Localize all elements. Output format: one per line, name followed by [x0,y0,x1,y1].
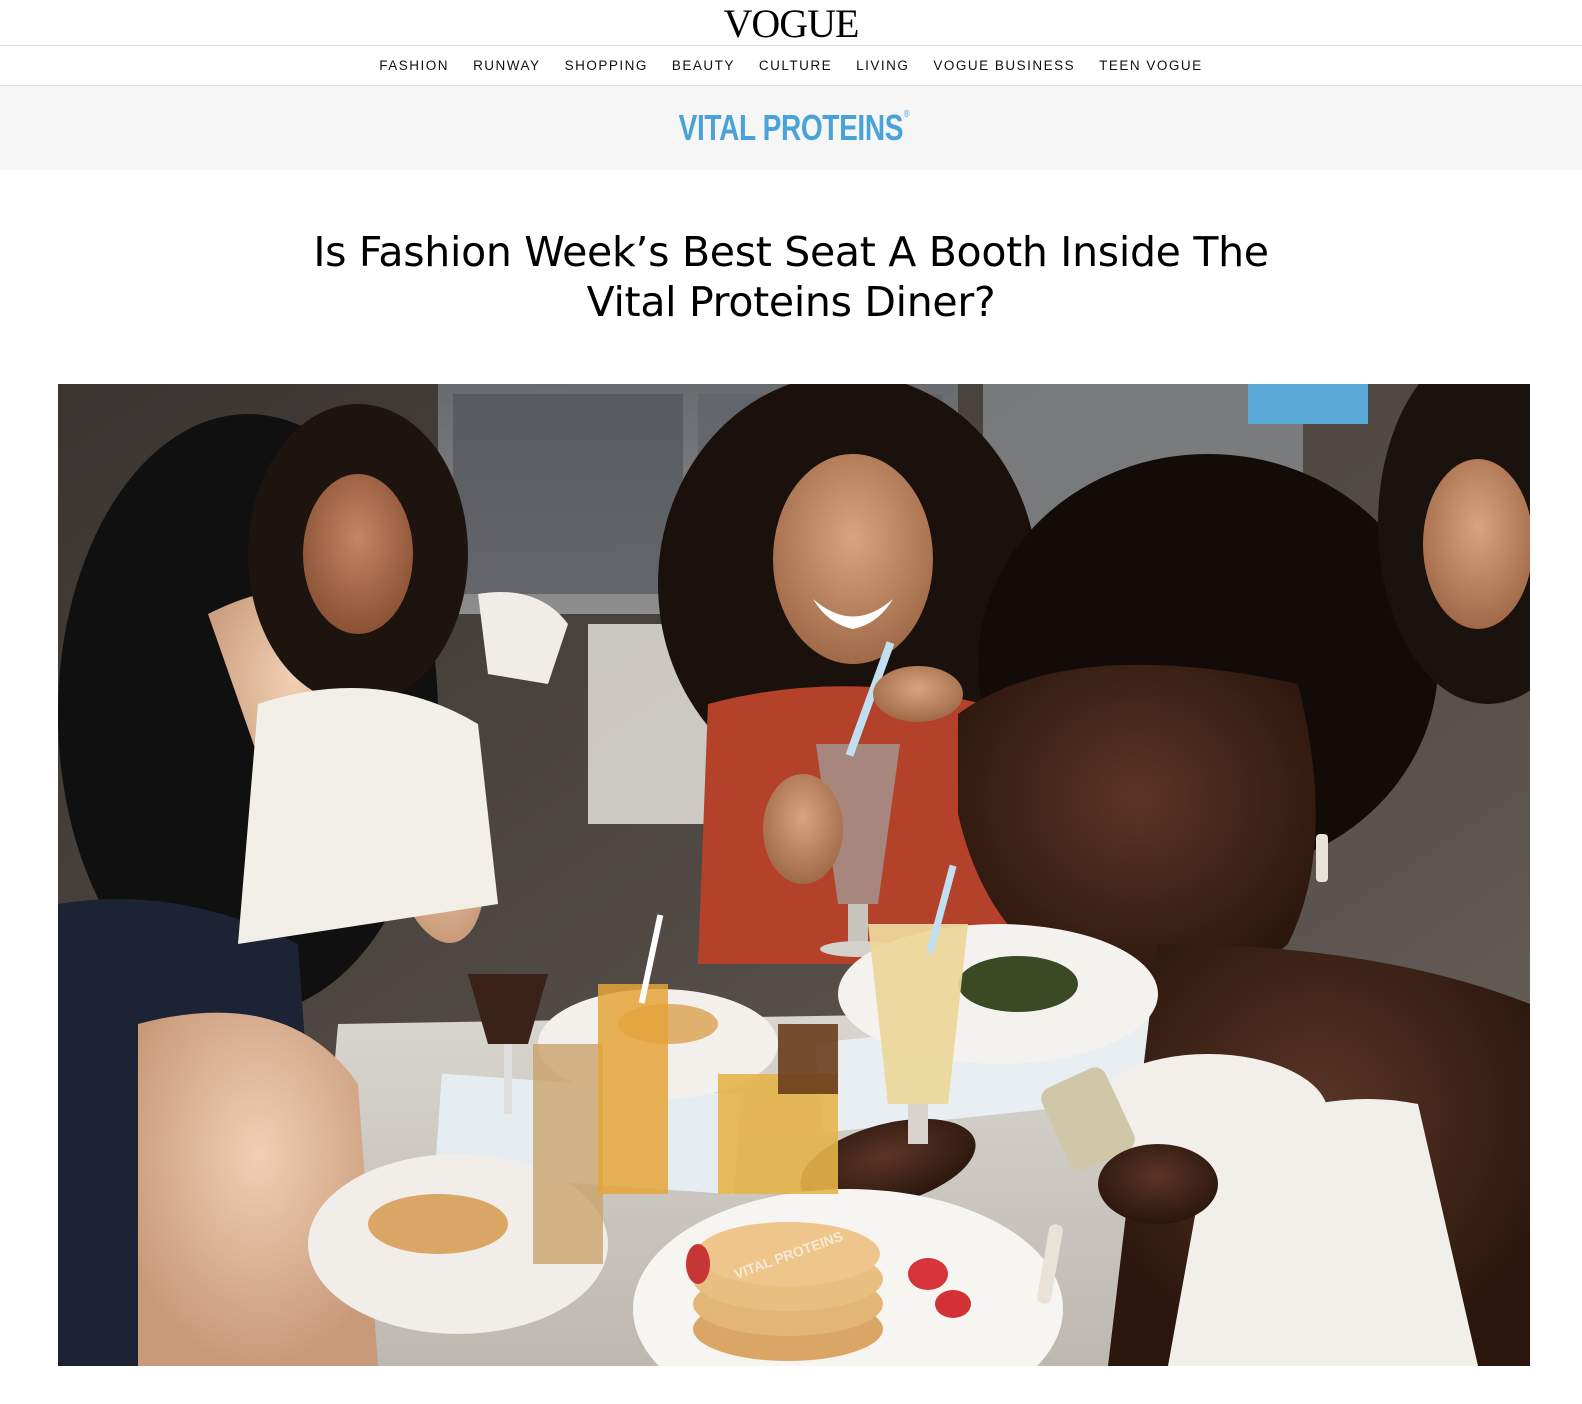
nav-item-vogue-business[interactable]: VOGUE BUSINESS [933,58,1075,73]
nav-item-fashion[interactable]: FASHION [379,58,449,73]
sponsor-logo[interactable]: VITAL PROTEINS ® [678,107,910,148]
sponsor-logo-text: VITAL PROTEINS [678,107,904,148]
hero-photo-illustration: VITAL PROTEINS [58,384,1530,1366]
nav-item-living[interactable]: LIVING [856,58,909,73]
hero-image: VITAL PROTEINS [58,384,1530,1366]
nav-item-runway[interactable]: RUNWAY [473,58,541,73]
nav-item-shopping[interactable]: SHOPPING [565,58,648,73]
pancake-stack: VITAL PROTEINS [693,1222,883,1361]
sponsor-banner: VITAL PROTEINS ® [0,86,1582,170]
registered-mark: ® [904,109,910,120]
vogue-logo[interactable]: VOGUE [724,2,860,44]
primary-nav: FASHION RUNWAY SHOPPING BEAUTY CULTURE L… [0,46,1582,86]
nav-item-beauty[interactable]: BEAUTY [672,58,735,73]
masthead: VOGUE [0,0,1582,46]
nav-item-teen-vogue[interactable]: TEEN VOGUE [1099,58,1203,73]
nav-item-culture[interactable]: CULTURE [759,58,832,73]
article-title: Is Fashion Week’s Best Seat A Booth Insi… [313,228,1269,326]
